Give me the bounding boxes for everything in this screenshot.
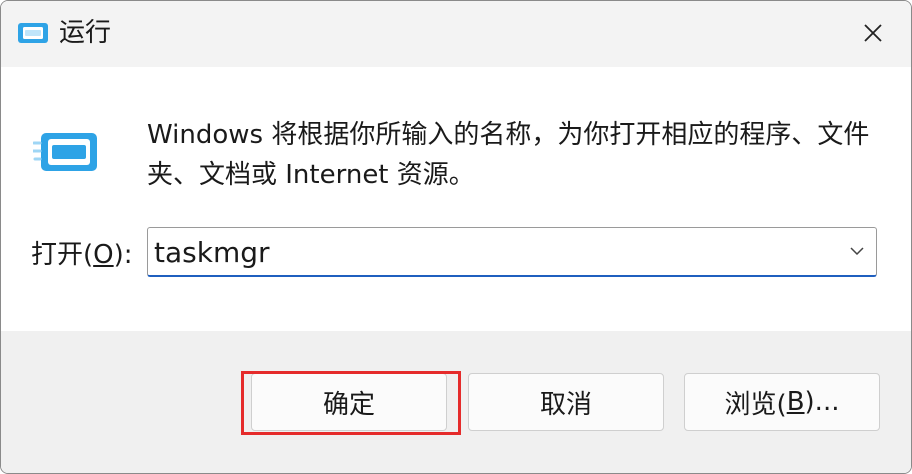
close-button[interactable] [853,13,893,53]
title-bar[interactable]: 运行 [1,1,911,67]
ok-button[interactable]: 确定 [251,373,447,431]
window-title: 运行 [59,18,112,48]
close-icon [864,24,882,42]
open-combobox[interactable] [147,227,877,277]
run-dialog-icon [18,23,48,43]
open-input[interactable] [154,234,834,270]
cancel-button[interactable]: 取消 [468,373,664,431]
button-bar: 确定 取消 浏览(B)... [1,331,911,473]
open-label: 打开(O): [31,240,133,270]
run-dialog-icon [33,133,97,171]
dialog-description: Windows 将根据你所输入的名称，为你打开相应的程序、文件夹、文档或 Int… [147,120,870,190]
dialog-content: Windows 将根据你所输入的名称，为你打开相应的程序、文件夹、文档或 Int… [1,67,911,331]
chevron-down-icon[interactable] [848,242,866,260]
browse-button[interactable]: 浏览(B)... [684,373,880,431]
run-dialog: 运行 Windows 将根据你所输入的名称，为你打开相应的程序、文件夹、文档或 … [0,0,912,474]
